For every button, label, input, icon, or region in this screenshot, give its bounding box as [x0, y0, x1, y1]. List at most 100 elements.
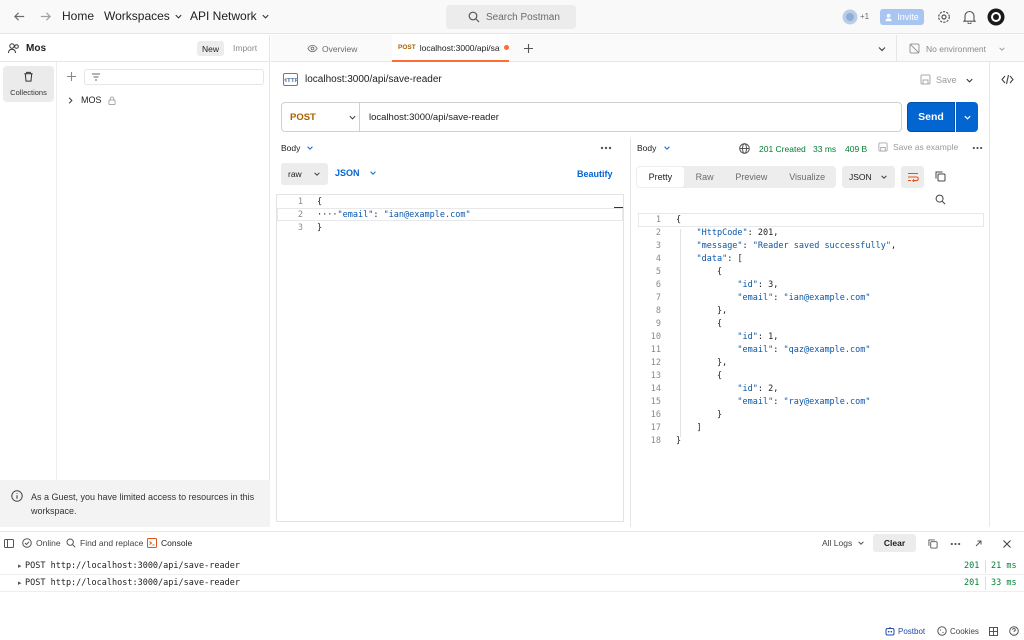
- new-tab-plus-icon[interactable]: [523, 43, 534, 54]
- code-line: 5 {: [638, 266, 896, 279]
- forward-arrow-icon[interactable]: [39, 10, 52, 23]
- more-options-icon[interactable]: [950, 542, 961, 546]
- request-body-label: Body: [281, 143, 301, 153]
- expand-icon[interactable]: [974, 539, 983, 548]
- plus-icon[interactable]: [66, 71, 77, 82]
- invite-button[interactable]: Invite: [880, 9, 924, 25]
- search-bar[interactable]: Search Postman: [446, 5, 576, 29]
- save-as-example-button[interactable]: Save as example: [878, 142, 958, 152]
- online-status[interactable]: Online: [22, 538, 61, 548]
- log-row[interactable]: ▸ POST http://localhost:3000/api/save-re…: [0, 558, 1024, 575]
- tab-overview[interactable]: Overview: [307, 35, 357, 62]
- response-status[interactable]: 201 Created: [759, 144, 806, 154]
- code-text: },: [676, 358, 728, 368]
- tab-method: POST: [398, 44, 416, 51]
- response-format-select[interactable]: JSON: [842, 166, 895, 188]
- close-icon[interactable]: [1002, 539, 1012, 549]
- code-line: 7 "email": "ian@example.com": [638, 292, 896, 305]
- collection-item-mos[interactable]: MOS: [66, 95, 116, 105]
- nav-workspaces[interactable]: Workspaces: [104, 9, 183, 23]
- tab-preview[interactable]: Preview: [725, 166, 779, 188]
- copy-icon[interactable]: [935, 171, 946, 182]
- cookies-label: Cookies: [950, 626, 979, 636]
- bell-icon[interactable]: [963, 10, 976, 24]
- code-text: ]: [676, 423, 702, 433]
- code-text: "email": "ray@example.com": [737, 397, 871, 407]
- more-options-icon[interactable]: [600, 146, 612, 150]
- collection-search-input[interactable]: [84, 69, 264, 85]
- wrap-lines-button[interactable]: [901, 166, 924, 188]
- code-line: 11 "email": "qaz@example.com": [638, 344, 896, 357]
- code-line: 2 ····"email": "ian@example.com": [277, 209, 471, 222]
- avatar[interactable]: [987, 8, 1005, 26]
- response-body-tab[interactable]: Body: [637, 143, 671, 153]
- top-bar: Home Workspaces API Network Search Postm…: [0, 0, 1024, 34]
- team-avatar-icon[interactable]: [842, 9, 858, 25]
- response-body-label: Body: [637, 143, 657, 153]
- save-button[interactable]: Save: [920, 74, 957, 85]
- log-status: 201: [964, 578, 980, 588]
- send-dropdown-button[interactable]: [956, 102, 978, 132]
- console-tab[interactable]: Console: [147, 538, 192, 548]
- nav-home[interactable]: Home: [62, 9, 94, 23]
- info-icon: [11, 490, 23, 502]
- code-text: "id": 1,: [737, 332, 779, 342]
- code-line: 13 {: [638, 370, 896, 383]
- line-number: 8: [655, 306, 661, 316]
- search-icon[interactable]: [935, 194, 946, 205]
- find-replace-button[interactable]: Find and replace: [66, 538, 143, 548]
- code-line: 15 "email": "ray@example.com": [638, 396, 896, 409]
- chevron-down-icon: [314, 172, 320, 176]
- back-arrow-icon[interactable]: [13, 10, 26, 23]
- globe-icon[interactable]: [739, 143, 750, 154]
- lock-icon: [108, 96, 116, 105]
- chevron-down-icon: [881, 175, 887, 179]
- code-snippet-icon[interactable]: [1001, 74, 1014, 85]
- copy-icon[interactable]: [928, 539, 938, 549]
- tab-raw[interactable]: Raw: [685, 166, 725, 188]
- tab-pretty[interactable]: Pretty: [637, 167, 684, 187]
- line-number: 7: [655, 293, 661, 303]
- cookies-button[interactable]: Cookies: [937, 626, 979, 636]
- url-input[interactable]: localhost:3000/api/save-reader: [369, 112, 499, 123]
- help-icon[interactable]: [1009, 626, 1019, 636]
- method-select[interactable]: POST: [282, 103, 360, 131]
- import-button[interactable]: Import: [233, 43, 257, 53]
- code-line: 18}: [638, 435, 896, 448]
- environment-selector[interactable]: No environment: [896, 35, 1024, 62]
- postbot-button[interactable]: Postbot: [885, 626, 925, 636]
- code-line: 1{: [277, 196, 471, 209]
- new-button[interactable]: New: [197, 41, 224, 56]
- tabs-chevron-down-icon[interactable]: [877, 44, 887, 54]
- sidebar-rail: [0, 62, 57, 527]
- chevron-right-icon: [68, 96, 73, 104]
- body-type-select[interactable]: raw: [281, 163, 328, 185]
- gear-icon[interactable]: [937, 10, 951, 24]
- response-size[interactable]: 409 B: [845, 144, 867, 154]
- tab-visualize[interactable]: Visualize: [778, 166, 836, 188]
- method-label: POST: [290, 111, 316, 123]
- sidebar-item-collections[interactable]: Collections: [3, 66, 54, 102]
- log-level-select[interactable]: All Logs: [822, 538, 865, 548]
- line-number: 6: [655, 280, 661, 290]
- request-body-editor[interactable]: 1{2 ····"email": "ian@example.com" 3}: [276, 194, 624, 522]
- log-status: 201: [964, 561, 980, 571]
- toggle-sidebar-icon[interactable]: [4, 539, 14, 548]
- search-placeholder: Search Postman: [486, 11, 560, 23]
- more-options-icon[interactable]: [972, 146, 983, 150]
- body-format-select[interactable]: JSON: [335, 168, 377, 178]
- nav-api-network[interactable]: API Network: [190, 9, 270, 23]
- response-time[interactable]: 33 ms: [813, 144, 836, 154]
- beautify-button[interactable]: Beautify: [577, 169, 613, 179]
- request-body-tab[interactable]: Body: [281, 143, 314, 153]
- tab-request-active[interactable]: POST localhost:3000/api/sav: [392, 35, 509, 62]
- divider: [985, 576, 986, 590]
- save-dropdown-chevron-icon[interactable]: [965, 76, 974, 85]
- right-rail: [989, 62, 1024, 527]
- log-row[interactable]: ▸ POST http://localhost:3000/api/save-re…: [0, 575, 1024, 592]
- layout-grid-icon[interactable]: [989, 627, 998, 636]
- trash-collection-icon: [24, 71, 33, 82]
- request-title: localhost:3000/api/save-reader: [305, 74, 442, 85]
- send-button[interactable]: Send: [907, 102, 955, 132]
- clear-button[interactable]: Clear: [873, 534, 916, 552]
